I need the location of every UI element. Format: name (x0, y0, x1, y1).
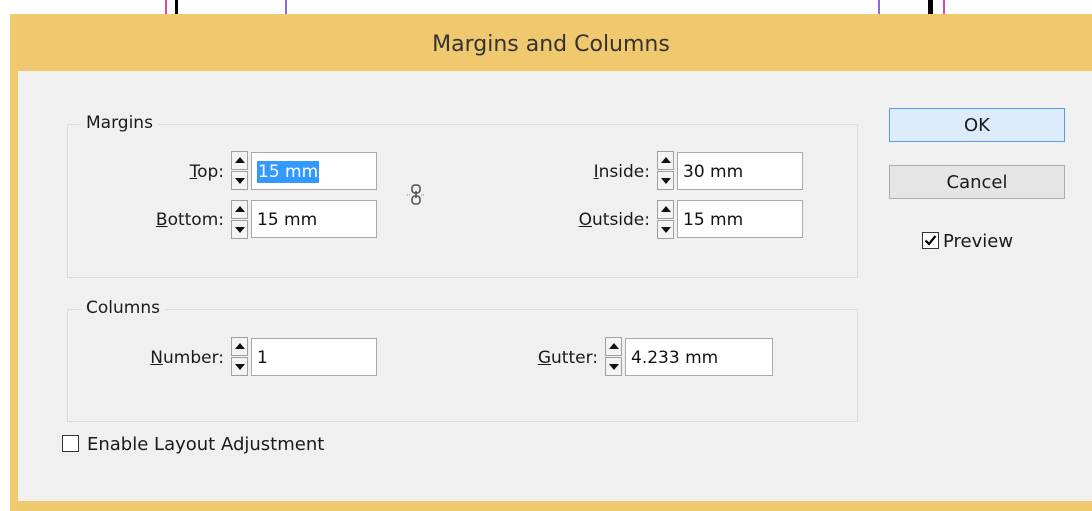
cancel-button[interactable]: Cancel (889, 165, 1065, 199)
chain-link-icon[interactable] (406, 183, 426, 207)
decrement-arrow-icon[interactable] (657, 220, 674, 239)
gutter-label: Gutter: (537, 348, 598, 368)
decrement-arrow-icon[interactable] (657, 171, 674, 190)
decrement-arrow-icon[interactable] (605, 357, 622, 376)
increment-arrow-icon[interactable] (657, 151, 674, 170)
inside-margin-input[interactable]: 30 mm (677, 152, 803, 190)
ok-button[interactable]: OK (889, 108, 1065, 142)
top-margin-input[interactable]: 15 mm (251, 152, 377, 190)
guide-line (928, 0, 933, 14)
gutter-input[interactable]: 4.233 mm (625, 338, 773, 376)
margins-and-columns-dialog: Margins and Columns Margins Top: 15 mm B… (10, 14, 1092, 511)
checkmark-icon (924, 235, 937, 246)
guide-line (175, 0, 178, 14)
decrement-arrow-icon[interactable] (231, 220, 248, 239)
increment-arrow-icon[interactable] (231, 337, 248, 356)
preview-checkbox-row[interactable]: Preview (922, 231, 1052, 253)
preview-checkbox[interactable] (922, 232, 939, 249)
bottom-margin-input[interactable]: 15 mm (251, 200, 377, 238)
dialog-client-area: Margins Top: 15 mm Bottom: 15 mm Inside: (18, 71, 1092, 501)
gutter-stepper[interactable] (605, 337, 622, 376)
top-label: Top: (189, 162, 224, 182)
preview-label: Preview (943, 231, 1014, 252)
enable-layout-adjustment-label: Enable Layout Adjustment (87, 434, 325, 455)
increment-arrow-icon[interactable] (231, 151, 248, 170)
decrement-arrow-icon[interactable] (231, 171, 248, 190)
guide-line (165, 0, 167, 14)
number-of-columns-input[interactable]: 1 (251, 338, 377, 376)
guide-line (285, 0, 287, 14)
increment-arrow-icon[interactable] (231, 200, 248, 219)
inside-label: Inside: (593, 162, 650, 182)
decrement-arrow-icon[interactable] (231, 357, 248, 376)
outside-margin-input[interactable]: 15 mm (677, 200, 803, 238)
number-stepper[interactable] (231, 337, 248, 376)
margins-group-title: Margins (81, 111, 158, 135)
enable-layout-adjustment-checkbox[interactable] (62, 435, 79, 452)
inside-stepper[interactable] (657, 151, 674, 190)
outside-stepper[interactable] (657, 200, 674, 239)
background-document-strip (0, 0, 1092, 14)
bottom-label: Bottom: (155, 210, 224, 230)
columns-group-title: Columns (81, 296, 165, 320)
increment-arrow-icon[interactable] (605, 337, 622, 356)
guide-line (878, 0, 880, 14)
number-label: Number: (150, 348, 224, 368)
dialog-title: Margins and Columns (432, 32, 670, 57)
increment-arrow-icon[interactable] (657, 200, 674, 219)
top-stepper[interactable] (231, 151, 248, 190)
outside-label: Outside: (578, 210, 650, 230)
enable-layout-adjustment-row[interactable]: Enable Layout Adjustment (62, 434, 392, 456)
bottom-stepper[interactable] (231, 200, 248, 239)
guide-line (943, 0, 945, 14)
